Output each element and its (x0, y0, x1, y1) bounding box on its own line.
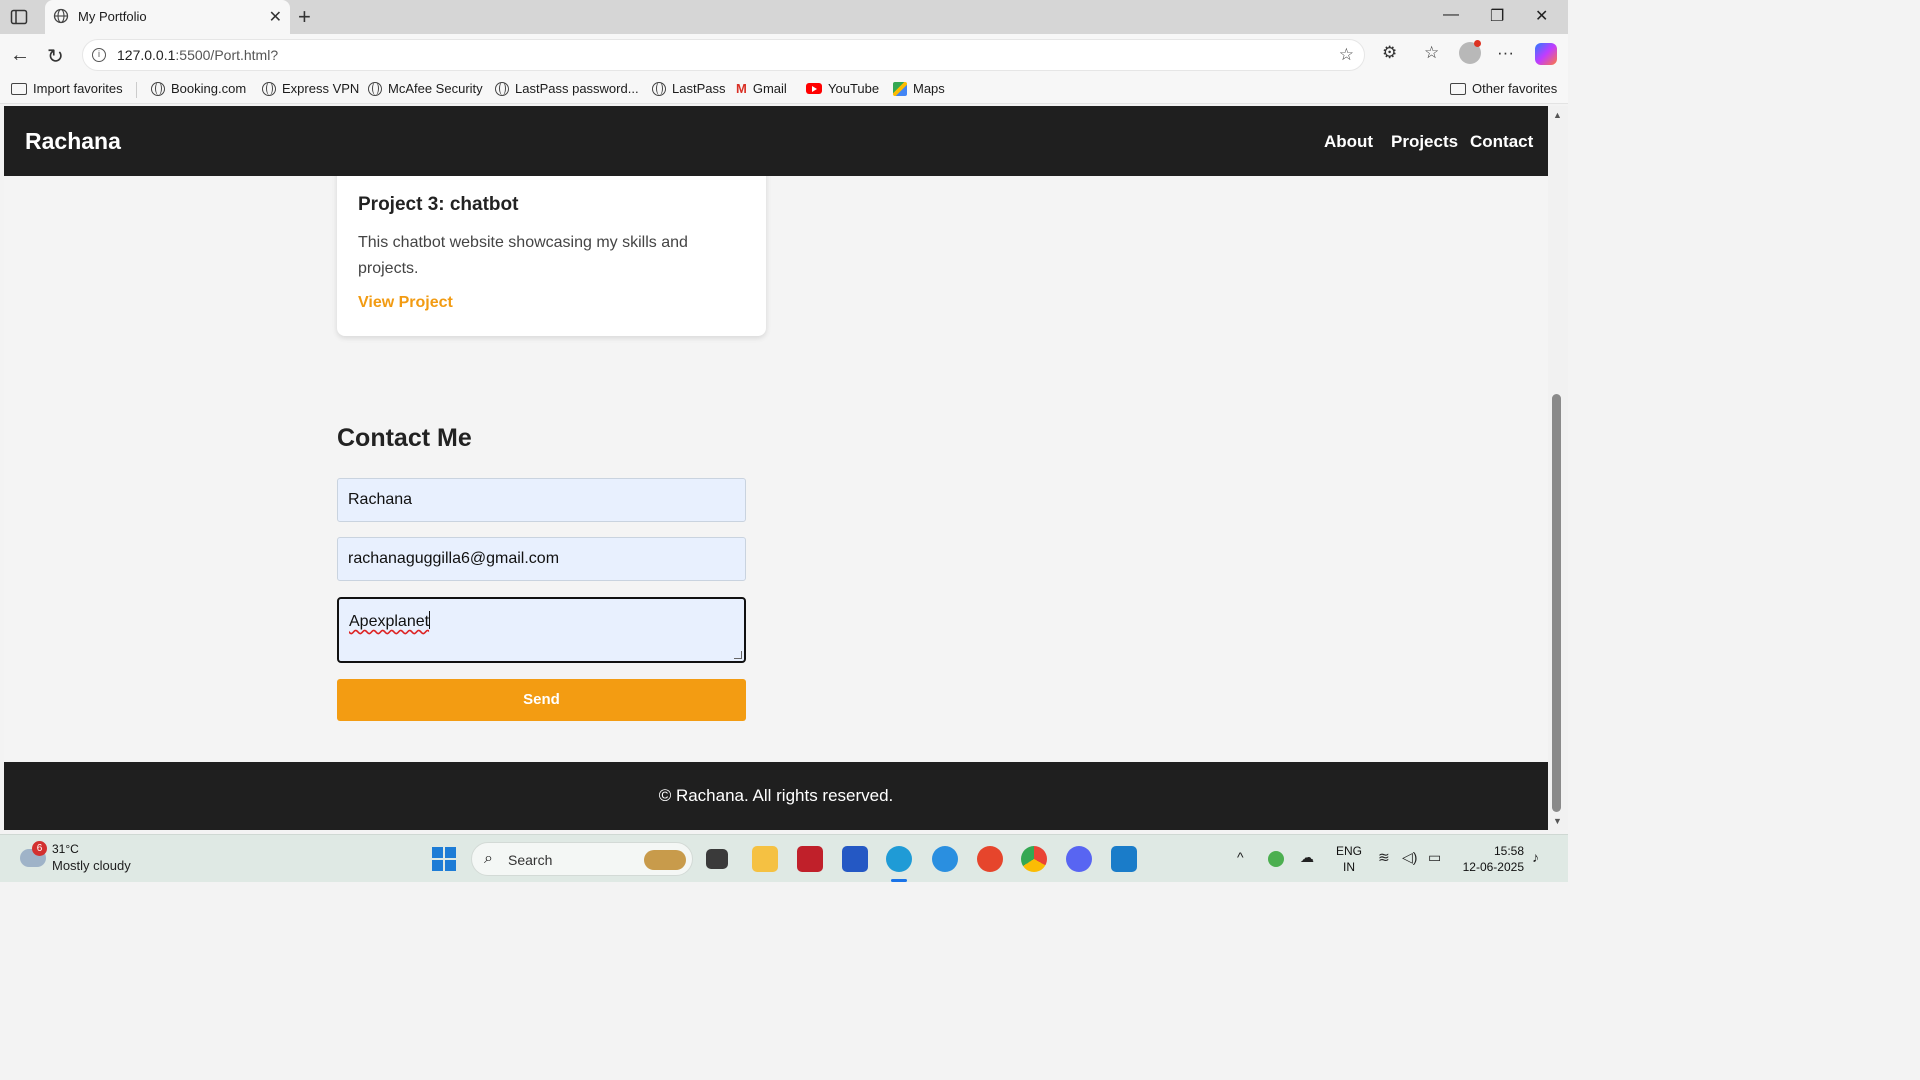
notification-bell-icon[interactable]: ♪ (1532, 849, 1539, 865)
close-window-icon[interactable]: ✕ (1535, 6, 1548, 26)
page-scrollbar[interactable]: ▲ ▼ (1548, 106, 1568, 830)
address-bar[interactable]: i 127.0.0.1:5500/Port.html? ☆ (82, 39, 1365, 71)
weather-description[interactable]: Mostly cloudy (52, 858, 131, 873)
favorite-mcafee[interactable]: McAfee Security (368, 81, 483, 96)
scroll-thumb[interactable] (1552, 394, 1561, 812)
task-view-icon[interactable] (706, 849, 728, 869)
site-footer: © Rachana. All rights reserved. (4, 762, 1548, 830)
notification-dot (1474, 40, 1481, 47)
more-menu-icon[interactable]: ··· (1497, 43, 1514, 63)
project-card: Project 3: chatbot This chatbot website … (337, 156, 766, 336)
import-icon (11, 82, 27, 95)
project-title: Project 3: chatbot (358, 194, 519, 215)
mcafee-icon[interactable] (797, 846, 823, 872)
temperature[interactable]: 31°C (52, 842, 79, 856)
gmail-icon: M (736, 81, 747, 96)
search-icon: ⌕ (484, 850, 493, 867)
weather-alert-badge: 6 (32, 841, 47, 856)
maps-icon (893, 81, 907, 96)
globe-icon (262, 81, 276, 96)
onedrive-icon[interactable]: ☁ (1300, 849, 1314, 866)
browser-titlebar: My Portfolio ✕ + — ❐ ✕ (0, 0, 1568, 34)
favorite-booking[interactable]: Booking.com (151, 81, 246, 96)
other-favorites[interactable]: Other favorites (1450, 81, 1557, 96)
browser-toolbar: ← ↻ i 127.0.0.1:5500/Port.html? ☆ ⚙ ☆ ··… (0, 34, 1568, 76)
taskbar-search[interactable]: ⌕ Search (471, 842, 693, 876)
favorite-star-icon[interactable]: ☆ (1339, 45, 1354, 65)
browser-tab[interactable]: My Portfolio ✕ (45, 0, 290, 34)
favorite-import[interactable]: Import favorites (11, 81, 123, 96)
tab-title: My Portfolio (78, 9, 147, 24)
store-icon[interactable] (842, 846, 868, 872)
message-textarea[interactable]: Apexplanet (337, 597, 746, 663)
site-brand[interactable]: Rachana (25, 128, 121, 155)
globe-icon (368, 81, 382, 96)
reload-icon[interactable]: ↻ (47, 44, 64, 69)
favorites-bar: Import favorites Booking.com Express VPN… (0, 76, 1568, 104)
copilot-icon[interactable] (1535, 43, 1557, 65)
discord-icon[interactable] (1066, 846, 1092, 872)
folder-icon (1450, 82, 1466, 95)
site-header: Rachana About Projects Contact (4, 106, 1548, 176)
volume-icon[interactable]: ◁) (1402, 849, 1417, 866)
send-button[interactable]: Send (337, 679, 746, 721)
nav-contact[interactable]: Contact (1470, 132, 1533, 152)
favorite-lastpass-password[interactable]: LastPass password... (495, 81, 639, 96)
language-indicator[interactable]: ENG IN (1336, 843, 1362, 875)
windows-taskbar: 6 31°C Mostly cloudy ⌕ Search ^ ☁ ENG IN … (0, 834, 1568, 882)
globe-icon (652, 81, 666, 96)
message-text: Apexplanet (349, 613, 430, 630)
help-icon[interactable] (932, 846, 958, 872)
show-hidden-icons[interactable]: ^ (1237, 849, 1244, 865)
battery-icon[interactable]: ▭ (1428, 849, 1441, 866)
chrome-icon[interactable] (1021, 846, 1047, 872)
favorites-divider (136, 82, 137, 98)
resize-grip-icon[interactable] (734, 651, 742, 659)
email-input[interactable]: rachanaguggilla6@gmail.com (337, 537, 746, 581)
sidebar-toggle-icon[interactable] (10, 8, 28, 26)
favorite-expressvpn[interactable]: Express VPN (262, 81, 359, 96)
wps-office-icon[interactable] (977, 846, 1003, 872)
back-icon[interactable]: ← (10, 44, 30, 67)
search-label: Search (508, 852, 553, 868)
text-caret (429, 611, 431, 629)
wifi-icon[interactable]: ≋ (1378, 849, 1390, 866)
restore-icon[interactable]: ❐ (1490, 6, 1504, 26)
favorite-maps[interactable]: Maps (893, 81, 945, 96)
minimize-icon[interactable]: — (1443, 6, 1459, 24)
favorites-icon[interactable]: ☆ (1424, 43, 1439, 63)
footer-text: © Rachana. All rights reserved. (658, 786, 894, 805)
contact-heading: Contact Me (337, 424, 472, 452)
clock[interactable]: 15:58 12-06-2025 (1460, 843, 1524, 875)
new-tab-icon[interactable]: + (298, 4, 311, 30)
active-app-indicator (891, 879, 907, 882)
extensions-icon[interactable]: ⚙ (1382, 43, 1397, 63)
edge-icon[interactable] (886, 846, 912, 872)
globe-icon (53, 8, 69, 24)
project-description: This chatbot website showcasing my skill… (358, 234, 688, 277)
vscode-icon[interactable] (1111, 846, 1137, 872)
favorite-gmail[interactable]: M Gmail (736, 81, 787, 96)
favorite-youtube[interactable]: YouTube (806, 81, 879, 96)
search-highlight-image (644, 850, 686, 870)
site-info-icon[interactable]: i (92, 48, 106, 62)
favorite-lastpass[interactable]: LastPass (652, 81, 725, 96)
globe-icon (495, 81, 509, 96)
view-project-link[interactable]: View Project (358, 294, 453, 312)
globe-icon (151, 81, 165, 96)
file-explorer-icon[interactable] (752, 846, 778, 872)
name-input[interactable]: Rachana (337, 478, 746, 522)
nav-projects[interactable]: Projects (1391, 132, 1458, 152)
nav-about[interactable]: About (1324, 132, 1373, 152)
url-text[interactable]: 127.0.0.1:5500/Port.html? (117, 47, 278, 63)
scroll-down-icon[interactable]: ▼ (1553, 816, 1562, 826)
tab-close-icon[interactable]: ✕ (269, 7, 282, 27)
tray-app-icon[interactable] (1268, 851, 1284, 867)
windows-start-icon[interactable] (432, 847, 456, 871)
scroll-up-icon[interactable]: ▲ (1553, 110, 1562, 120)
youtube-icon (806, 83, 822, 94)
page-viewport: Project 3: chatbot This chatbot website … (4, 106, 1548, 830)
